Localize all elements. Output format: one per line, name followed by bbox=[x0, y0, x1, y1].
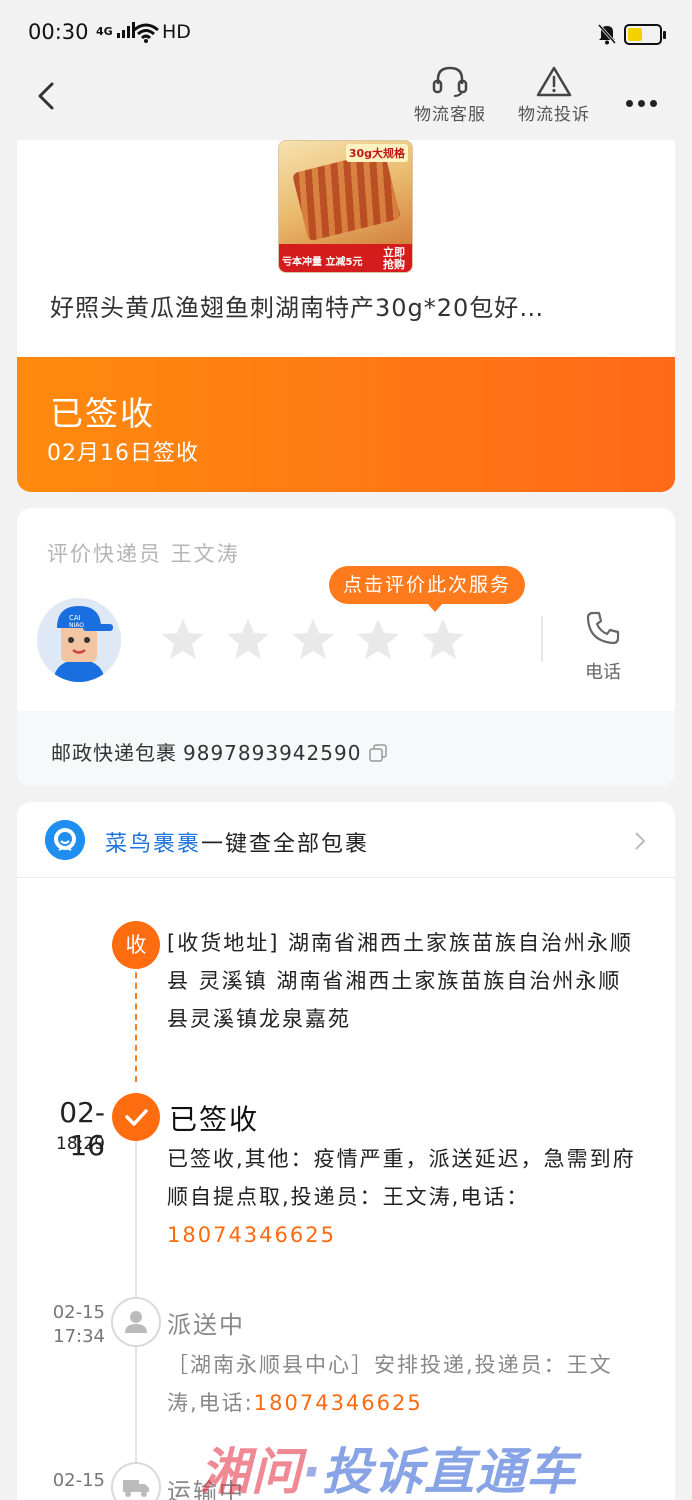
battery-level bbox=[628, 28, 642, 41]
back-button[interactable] bbox=[30, 76, 70, 116]
product-image-promo-bar: 亏本冲量 立减5元 立即抢购 bbox=[279, 244, 412, 272]
logistics-service-label: 物流客服 bbox=[414, 105, 486, 125]
event-time: 17:34 bbox=[53, 1326, 105, 1347]
status-time: 00:30 bbox=[28, 20, 89, 44]
star-icon[interactable] bbox=[224, 616, 272, 664]
call-courier-button[interactable]: 电话 bbox=[573, 608, 633, 684]
phone-icon bbox=[586, 611, 620, 645]
product-image-tag: 30g大规格 bbox=[345, 144, 408, 162]
star-icon[interactable] bbox=[289, 616, 337, 664]
star-icon[interactable] bbox=[159, 616, 207, 664]
star-icon[interactable] bbox=[419, 616, 467, 664]
rate-service-hint[interactable]: 点击评价此次服务 bbox=[329, 566, 526, 612]
svg-text:NIAO: NIAO bbox=[69, 622, 84, 629]
watermark-part2: 投诉直通车 bbox=[322, 1443, 577, 1500]
event-title: 已签收 bbox=[169, 1103, 260, 1136]
product-image-promo-text: 亏本冲量 立减5元 bbox=[282, 257, 363, 268]
battery-icon bbox=[624, 24, 666, 45]
timeline-connector-dashed bbox=[135, 962, 137, 1082]
cainiao-promo-row[interactable]: 菜鸟裹裹一键查全部包裹 bbox=[17, 802, 675, 878]
copy-icon[interactable] bbox=[369, 743, 388, 767]
cainiao-promo-text: 菜鸟裹裹一键查全部包裹 bbox=[105, 826, 369, 858]
delivery-status-banner: 已签收 02月16日签收 bbox=[17, 357, 675, 492]
warning-icon bbox=[536, 66, 572, 97]
watermark-part1: 湘问 bbox=[200, 1443, 302, 1500]
delivery-status-title: 已签收 bbox=[50, 394, 155, 433]
address-node: 收 bbox=[112, 921, 160, 969]
headset-icon bbox=[432, 66, 468, 97]
cainiao-logo-icon bbox=[45, 820, 85, 860]
bell-muted-icon bbox=[597, 23, 617, 49]
logistics-complaint-button[interactable]: 物流投诉 bbox=[508, 64, 600, 125]
star-icon[interactable] bbox=[354, 616, 402, 664]
tracking-row: 邮政快递包裹 9897893942590 bbox=[17, 711, 675, 786]
checkmark-icon bbox=[112, 1093, 160, 1141]
more-dots-icon bbox=[626, 92, 662, 111]
courier-avatar-icon: CAI NIAO bbox=[37, 598, 121, 682]
tracking-carrier: 邮政快递包裹 bbox=[51, 741, 177, 765]
event-description-text: 已签收,其他：疫情严重，派送延迟，急需到府顺自提点取,投递员：王文涛,电话： bbox=[167, 1147, 636, 1209]
tracking-info: 邮政快递包裹 9897893942590 bbox=[51, 737, 388, 767]
svg-text:CAI: CAI bbox=[69, 614, 81, 622]
product-image-fish-strip bbox=[291, 150, 402, 242]
more-options-button[interactable] bbox=[626, 92, 666, 107]
product-card: 30g大规格 亏本冲量 立减5元 立即抢购 好照头黄瓜渔翅鱼刺湖南特产30g*2… bbox=[17, 140, 675, 492]
network-hd-label: HD bbox=[162, 21, 191, 43]
rate-courier-title: 评价快递员 王文涛 bbox=[47, 542, 240, 566]
nav-bar: 物流客服 物流投诉 bbox=[0, 58, 692, 140]
tracking-number: 9897893942590 bbox=[183, 741, 362, 765]
event-date: 02-15 bbox=[52, 1470, 105, 1491]
event-time: 18:29 bbox=[56, 1134, 105, 1154]
event-description: ［湖南永顺县中心］安排投递,投递员：王文涛,电话:18074346625 bbox=[167, 1346, 637, 1422]
courier-avatar: CAI NIAO bbox=[37, 598, 121, 682]
courier-phone-link[interactable]: 18074346625 bbox=[167, 1223, 336, 1247]
truck-icon bbox=[111, 1462, 161, 1500]
signal-label: 4G bbox=[96, 25, 113, 38]
courier-phone-link[interactable]: 18074346625 bbox=[254, 1391, 423, 1415]
watermark-logo: 湘问·投诉直通车 bbox=[200, 1432, 577, 1500]
cainiao-brand: 菜鸟裹裹 bbox=[105, 832, 202, 857]
wifi-icon bbox=[132, 22, 160, 48]
logistics-complaint-label: 物流投诉 bbox=[518, 105, 590, 125]
product-title[interactable]: 好照头黄瓜渔翅鱼刺湖南特产30g*20包好… bbox=[50, 288, 650, 323]
rating-stars bbox=[159, 616, 479, 666]
event-description: 已签收,其他：疫情严重，派送延迟，急需到府顺自提点取,投递员：王文涛,电话： 18… bbox=[167, 1140, 637, 1254]
chevron-right-icon bbox=[635, 832, 646, 850]
event-title: 派送中 bbox=[167, 1311, 245, 1339]
product-image[interactable]: 30g大规格 亏本冲量 立减5元 立即抢购 bbox=[278, 140, 413, 273]
delivery-status-date: 02月16日签收 bbox=[47, 441, 199, 466]
call-courier-label: 电话 bbox=[585, 662, 621, 683]
divider bbox=[541, 616, 543, 662]
logistics-service-button[interactable]: 物流客服 bbox=[404, 64, 496, 125]
chevron-left-icon bbox=[38, 82, 54, 110]
watermark-dot: · bbox=[302, 1443, 322, 1500]
event-date: 02-15 bbox=[52, 1302, 105, 1323]
courier-rating-card: 评价快递员 王文涛 CAI NIAO 点击评价此次服务 电话 邮政快递包裹 98… bbox=[17, 508, 675, 786]
delivery-address: [收货地址] 湖南省湘西土家族苗族自治州永顺县 灵溪镇 湖南省湘西土家族苗族自治… bbox=[167, 931, 634, 1031]
courier-person-icon bbox=[111, 1297, 161, 1347]
product-image-cta: 立即抢购 bbox=[383, 246, 405, 271]
logistics-timeline-card: 菜鸟裹裹一键查全部包裹 收 [收货地址] 湖南省湘西土家族苗族自治州永顺县 灵溪… bbox=[17, 802, 675, 1500]
cainiao-slogan: 一键查全部包裹 bbox=[201, 832, 370, 857]
